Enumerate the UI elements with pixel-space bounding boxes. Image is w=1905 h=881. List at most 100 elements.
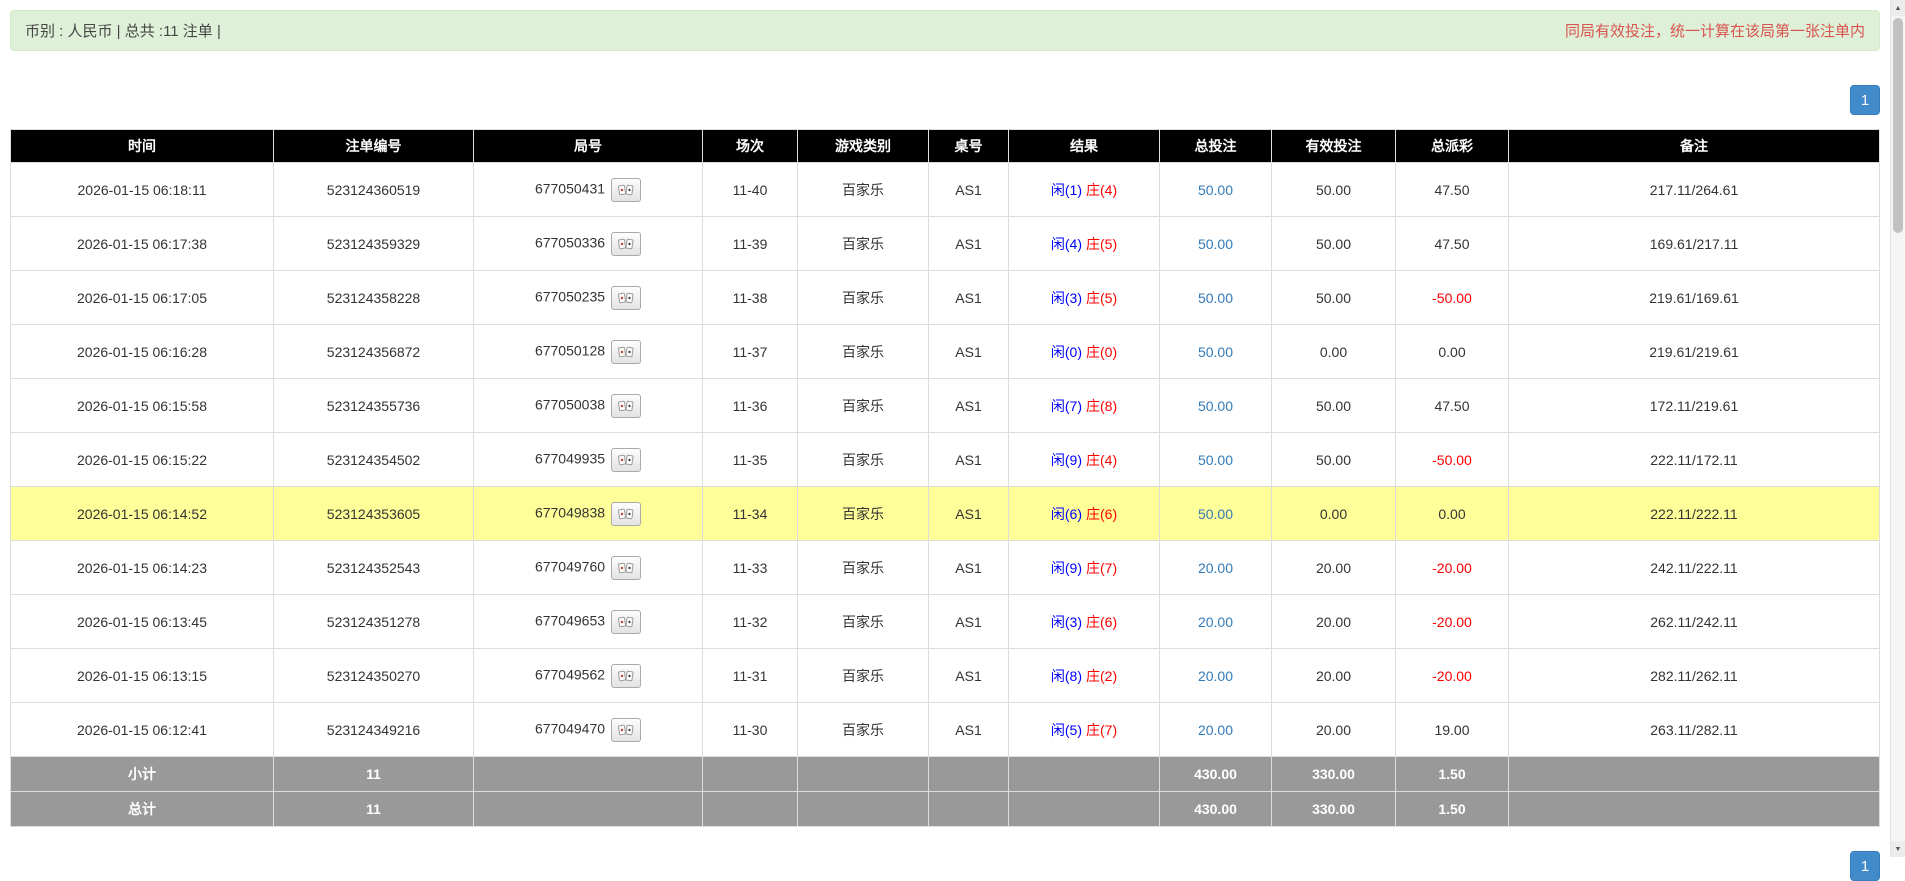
time-cell: 2026-01-15 06:14:52: [10, 486, 274, 541]
view-result-button[interactable]: [611, 177, 642, 202]
session-cell: 11-30: [702, 702, 798, 757]
round-cell: 677049935: [473, 432, 703, 487]
game-type-cell: 百家乐: [797, 432, 929, 487]
valid-bet-cell: 50.00: [1271, 216, 1396, 271]
round-number: 677050336: [534, 234, 606, 251]
view-result-button[interactable]: [611, 717, 642, 742]
page-button-1-bottom[interactable]: 1: [1850, 851, 1880, 881]
time-cell: 2026-01-15 06:14:23: [10, 540, 274, 595]
remark-cell: 219.61/169.61: [1508, 270, 1880, 325]
payout-cell: 19.00: [1395, 702, 1509, 757]
round-number: 677050235: [534, 288, 606, 305]
total-bet-link[interactable]: 50.00: [1198, 452, 1233, 468]
total-bet-cell: 20.00: [1159, 540, 1272, 595]
total-bet-link[interactable]: 50.00: [1198, 182, 1233, 198]
result-cell: 闲(0) 庄(0): [1008, 324, 1160, 379]
valid-bet-cell: 50.00: [1271, 162, 1396, 217]
remark-cell: 242.11/222.11: [1508, 540, 1880, 595]
view-result-button[interactable]: [611, 663, 642, 688]
round-number: 677049838: [534, 504, 606, 521]
time-cell: 2026-01-15 06:13:45: [10, 594, 274, 649]
valid-bet-cell: 20.00: [1271, 594, 1396, 649]
view-result-button[interactable]: [611, 231, 642, 256]
total-bet-link[interactable]: 50.00: [1198, 236, 1233, 252]
view-result-button[interactable]: [611, 393, 642, 418]
table-number-cell: AS1: [928, 540, 1009, 595]
banker-result: 庄(5): [1086, 235, 1118, 252]
session-cell: 11-34: [702, 486, 798, 541]
scroll-up-arrow[interactable]: ▲: [1891, 0, 1905, 16]
banker-result: 庄(6): [1086, 505, 1118, 522]
round-number: 677049935: [534, 450, 606, 467]
banker-result: 庄(4): [1086, 451, 1118, 468]
table-number-cell: AS1: [928, 648, 1009, 703]
session-cell: 11-40: [702, 162, 798, 217]
payout-cell: 47.50: [1395, 378, 1509, 433]
info-bar: 币别 : 人民币 | 总共 :11 注单 | 同局有效投注，统一计算在该局第一张…: [10, 10, 1880, 51]
total-bet-link[interactable]: 50.00: [1198, 506, 1233, 522]
round-number: 677050038: [534, 396, 606, 413]
scrollbar-thumb[interactable]: [1893, 18, 1903, 233]
footer-count-cell: 11: [273, 791, 474, 827]
table-number-cell: AS1: [928, 378, 1009, 433]
bet-id-cell: 523124358228: [273, 270, 474, 325]
column-header: 总投注: [1159, 129, 1272, 163]
view-result-button[interactable]: [611, 447, 642, 472]
banker-result: 庄(8): [1086, 397, 1118, 414]
valid-bet-cell: 0.00: [1271, 324, 1396, 379]
remark-cell: 222.11/222.11: [1508, 486, 1880, 541]
time-cell: 2026-01-15 06:15:22: [10, 432, 274, 487]
result-cell: 闲(4) 庄(5): [1008, 216, 1160, 271]
table-footer-row: 小计 11 430.00 330.00 1.50: [10, 756, 1880, 792]
total-bet-link[interactable]: 20.00: [1198, 668, 1233, 684]
player-result: 闲(4): [1050, 235, 1082, 252]
session-cell: 11-35: [702, 432, 798, 487]
view-result-button[interactable]: [611, 285, 642, 310]
session-cell: 11-32: [702, 594, 798, 649]
remark-cell: 217.11/264.61: [1508, 162, 1880, 217]
view-result-button[interactable]: [611, 501, 642, 526]
session-cell: 11-36: [702, 378, 798, 433]
total-bet-link[interactable]: 50.00: [1198, 290, 1233, 306]
total-bet-cell: 50.00: [1159, 216, 1272, 271]
total-bet-link[interactable]: 50.00: [1198, 398, 1233, 414]
total-bet-link[interactable]: 20.00: [1198, 614, 1233, 630]
valid-bet-cell: 0.00: [1271, 486, 1396, 541]
round-number: 677049470: [534, 720, 606, 737]
game-type-cell: 百家乐: [797, 648, 929, 703]
bet-id-cell: 523124354502: [273, 432, 474, 487]
game-type-cell: 百家乐: [797, 486, 929, 541]
vertical-scrollbar[interactable]: ▲ ▼: [1890, 0, 1905, 857]
remark-cell: 219.61/219.61: [1508, 324, 1880, 379]
cards-icon: [618, 508, 634, 519]
remark-cell: 169.61/217.11: [1508, 216, 1880, 271]
table-row: 2026-01-15 06:16:28 523124356872 6770501…: [10, 324, 1880, 379]
total-bet-link[interactable]: 20.00: [1198, 722, 1233, 738]
time-cell: 2026-01-15 06:15:58: [10, 378, 274, 433]
valid-bet-cell: 20.00: [1271, 648, 1396, 703]
cards-icon: [618, 346, 634, 357]
view-result-button[interactable]: [611, 609, 642, 634]
game-type-cell: 百家乐: [797, 324, 929, 379]
session-cell: 11-31: [702, 648, 798, 703]
scroll-down-arrow[interactable]: ▼: [1891, 841, 1905, 857]
round-number: 677049760: [534, 558, 606, 575]
total-bet-link[interactable]: 20.00: [1198, 560, 1233, 576]
round-cell: 677049760: [473, 540, 703, 595]
total-bet-link[interactable]: 50.00: [1198, 344, 1233, 360]
table-row: 2026-01-15 06:15:58 523124355736 6770500…: [10, 378, 1880, 433]
table-row: 2026-01-15 06:18:11 523124360519 6770504…: [10, 162, 1880, 217]
banker-result: 庄(7): [1086, 559, 1118, 576]
bet-id-cell: 523124351278: [273, 594, 474, 649]
view-result-button[interactable]: [611, 555, 642, 580]
time-cell: 2026-01-15 06:13:15: [10, 648, 274, 703]
table-row: 2026-01-15 06:13:15 523124350270 6770495…: [10, 648, 1880, 703]
page-button-1[interactable]: 1: [1850, 85, 1880, 115]
round-cell: 677050431: [473, 162, 703, 217]
view-result-button[interactable]: [611, 339, 642, 364]
session-cell: 11-37: [702, 324, 798, 379]
column-header: 时间: [10, 129, 274, 163]
footer-empty-cell: [1008, 756, 1160, 792]
player-result: 闲(8): [1050, 667, 1082, 684]
footer-payout-cell: 1.50: [1395, 756, 1509, 792]
